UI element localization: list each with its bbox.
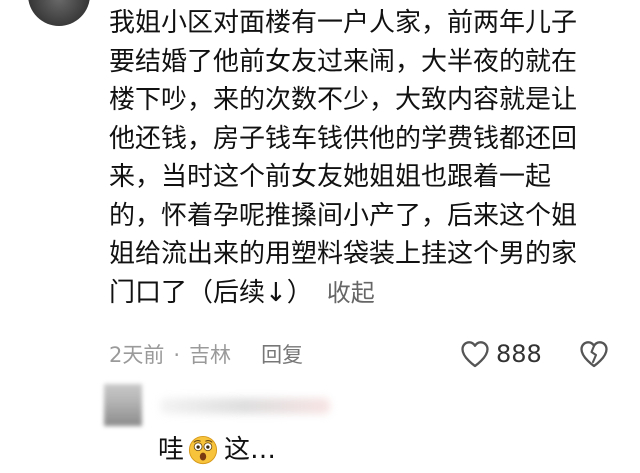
comment-line: 姐给流出来的用塑料袋装上挂这个男的家 [109,239,578,269]
comment-line: 要结婚了他前女友过来闹，大半夜的就在 [109,46,578,77]
comment-line: 来，当时这个前女友她姐姐也跟着一起 [109,162,552,192]
comment-line-last: 门口了（后续↓） 收起 [109,274,617,313]
meta-separator: · [173,343,181,367]
like-count: 888 [496,340,542,368]
reply-text: 哇 这… [158,432,276,468]
dislike-button[interactable] [579,339,609,369]
reply-suffix: 这… [224,435,277,465]
astonished-face-icon [188,435,218,465]
comment-line: 楼下吵，来的次数不少，大致内容就是让 [109,85,578,115]
comment-line: 他还钱，房子钱车钱供他的学费钱都还回 [109,123,578,154]
comment-location: 吉林 [189,343,232,367]
reply-prefix: 哇 [158,435,185,465]
comment-body: 我姐小区对面楼有一户人家，前两年儿子 要结婚了他前女友过来闹，大半夜的就在 楼下… [109,4,617,312]
comment-line: 的，怀着孕呢推搡间小产了，后来这个姐 [109,200,578,231]
comment-time: 2天前 [109,343,165,367]
reply-avatar[interactable] [104,384,142,426]
like-button[interactable]: 888 [460,338,542,370]
broken-heart-icon [580,341,608,368]
collapse-button[interactable]: 收起 [327,279,375,307]
comment-line: 我姐小区对面楼有一户人家，前两年儿子 [109,8,578,38]
comment-line-text: 门口了（后续↓） [109,277,313,308]
commenter-avatar[interactable] [28,0,90,26]
heart-outline-icon [461,341,489,368]
reply-username-blurred [160,398,330,414]
reply-button[interactable]: 回复 [261,338,303,372]
